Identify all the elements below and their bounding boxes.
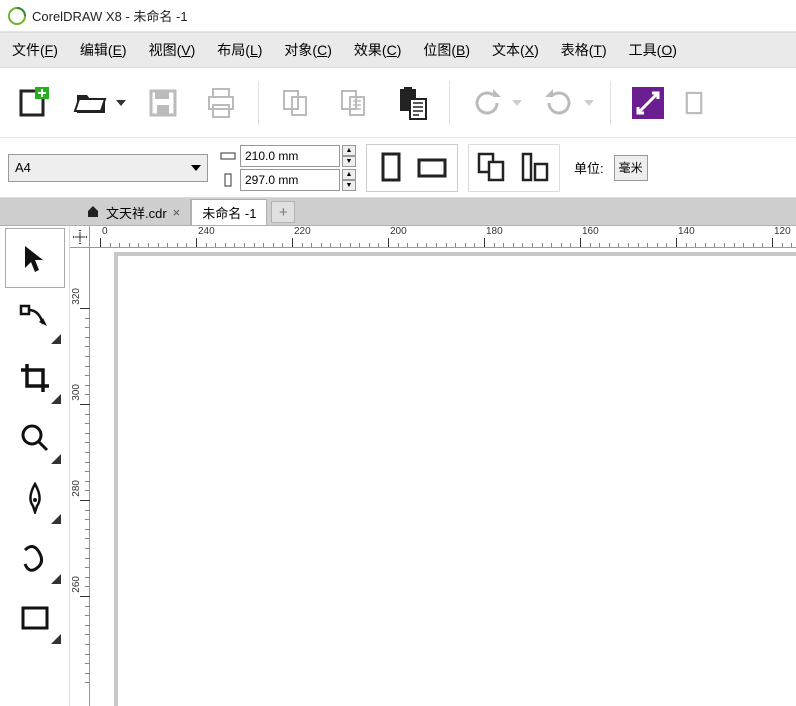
canvas-area: 0240220200180160140120 320300280260	[70, 226, 796, 706]
document-tab[interactable]: 未命名 -1	[191, 199, 267, 225]
shape-tool[interactable]	[5, 288, 65, 348]
app-logo-icon	[8, 7, 26, 25]
rectangle-tool[interactable]	[5, 588, 65, 648]
publish-button[interactable]	[623, 78, 673, 128]
unit-select[interactable]: 毫米	[614, 155, 648, 181]
save-button	[138, 78, 188, 128]
orientation-group	[366, 144, 458, 192]
menu-text[interactable]: 文本(X)	[492, 40, 539, 60]
orientation-landscape-button[interactable]	[415, 150, 451, 186]
document-tabbar: 文天祥.cdr × 未命名 -1 +	[0, 198, 796, 226]
menu-object[interactable]: 对象(C)	[284, 40, 331, 60]
page-width-input[interactable]: 210.0 mm	[240, 145, 340, 167]
window-titlebar: CorelDRAW X8 - 未命名 -1	[0, 0, 796, 32]
drawing-canvas[interactable]	[90, 248, 796, 706]
menu-file[interactable]: 文件(F)	[12, 40, 58, 60]
home-icon	[86, 204, 100, 221]
paste-button[interactable]	[387, 78, 437, 128]
menu-bitmap[interactable]: 位图(B)	[423, 40, 470, 60]
tab-close-button[interactable]: ×	[173, 205, 181, 220]
workspace: 0240220200180160140120 320300280260	[0, 226, 796, 706]
redo-button	[534, 78, 584, 128]
artistic-media-tool[interactable]	[5, 528, 65, 588]
menu-edit[interactable]: 编辑(E)	[80, 40, 127, 60]
height-spinner[interactable]: ▲▼	[342, 169, 356, 191]
page-apply-group	[468, 144, 560, 192]
tab-label: 未命名 -1	[202, 203, 256, 222]
menu-layout[interactable]: 布局(L)	[217, 40, 262, 60]
height-icon	[218, 173, 238, 187]
ruler-horizontal[interactable]: 0240220200180160140120	[90, 226, 796, 248]
tab-label: 文天祥.cdr	[106, 203, 167, 222]
apply-all-pages-button[interactable]	[475, 150, 511, 186]
new-document-button[interactable]	[8, 78, 58, 128]
menu-tools[interactable]: 工具(O)	[629, 40, 677, 60]
copy-button	[329, 78, 379, 128]
width-icon	[218, 150, 238, 162]
ruler-vertical[interactable]: 320300280260	[70, 248, 90, 706]
crop-tool[interactable]	[5, 348, 65, 408]
menu-view[interactable]: 视图(V)	[149, 40, 196, 60]
open-document-button[interactable]	[66, 78, 116, 128]
redo-dropdown-icon	[584, 100, 594, 106]
unit-label: 单位:	[574, 158, 604, 177]
page-dimensions: 210.0 mm ▲▼ 297.0 mm ▲▼	[218, 145, 356, 191]
undo-button	[462, 78, 512, 128]
menu-table[interactable]: 表格(T)	[561, 40, 607, 60]
page[interactable]	[118, 256, 796, 706]
document-tab[interactable]: 文天祥.cdr ×	[76, 199, 191, 225]
page-height-input[interactable]: 297.0 mm	[240, 169, 340, 191]
window-title: CorelDRAW X8 - 未命名 -1	[32, 6, 188, 25]
cut-button	[271, 78, 321, 128]
open-dropdown-icon[interactable]	[116, 100, 126, 106]
width-spinner[interactable]: ▲▼	[342, 145, 356, 167]
menu-effects[interactable]: 效果(C)	[354, 40, 401, 60]
standard-toolbar	[0, 68, 796, 138]
zoom-tool[interactable]	[5, 408, 65, 468]
pick-tool[interactable]	[5, 228, 65, 288]
ruler-origin[interactable]	[70, 226, 90, 248]
print-button	[196, 78, 246, 128]
chevron-down-icon	[191, 165, 201, 171]
page-size-value: A4	[15, 160, 31, 175]
pen-tool[interactable]	[5, 468, 65, 528]
toolbox	[0, 226, 70, 706]
page-size-select[interactable]: A4	[8, 154, 208, 182]
orientation-portrait-button[interactable]	[373, 150, 409, 186]
export-button	[681, 78, 707, 128]
undo-dropdown-icon	[512, 100, 522, 106]
property-bar: A4 210.0 mm ▲▼ 297.0 mm ▲▼ 单位: 毫米	[0, 138, 796, 198]
new-tab-button[interactable]: +	[271, 201, 295, 223]
apply-current-page-button[interactable]	[517, 150, 553, 186]
menubar: 文件(F) 编辑(E) 视图(V) 布局(L) 对象(C) 效果(C) 位图(B…	[0, 32, 796, 68]
